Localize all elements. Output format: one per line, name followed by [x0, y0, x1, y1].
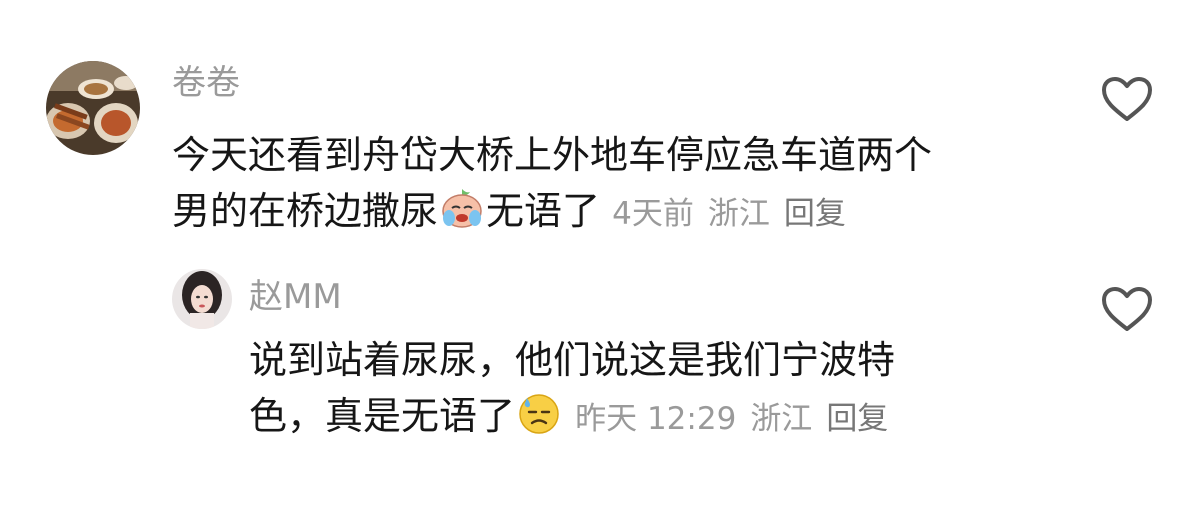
sweat-face-icon [519, 394, 559, 434]
username[interactable]: 卷卷 [172, 63, 240, 103]
heart-icon[interactable] [1100, 285, 1154, 333]
heart-icon[interactable] [1100, 75, 1154, 123]
comment-text: 色，真是无语了 [249, 394, 516, 438]
comment-location: 浙江 [707, 196, 770, 232]
food-photo-avatar [46, 61, 140, 155]
comment-time: 4天前 [612, 196, 694, 232]
comment-text-line: 说到站着尿尿，他们说这是我们宁波特 [249, 338, 896, 382]
comment-body: 今天还看到舟岱大桥上外地车停应急车道两个 男的在桥边撒尿 无语了 4天前 浙江 回复 [172, 127, 1052, 242]
comment-text-line: 今天还看到舟岱大桥上外地车停应急车道两个 [172, 133, 933, 177]
reply-button[interactable]: 回复 [826, 401, 888, 437]
comment-location: 浙江 [750, 401, 813, 437]
comment-meta: 昨天 12:29 浙江 回复 [575, 401, 902, 437]
portrait-photo-avatar [172, 269, 232, 329]
username[interactable]: 赵MM [249, 277, 342, 317]
avatar[interactable] [46, 61, 140, 155]
comment-body: 说到站着尿尿，他们说这是我们宁波特 色，真是无语了 昨天 12:29 浙江 回复 [249, 332, 1049, 447]
comment-meta: 4天前 浙江 回复 [612, 196, 860, 232]
comment-time: 昨天 12:29 [575, 401, 737, 437]
crying-face-icon [442, 189, 482, 228]
reply-button[interactable]: 回复 [784, 196, 846, 232]
comment-text-line: 男的在桥边撒尿 无语了 4天前 浙江 回复 [172, 183, 1052, 242]
avatar[interactable] [172, 269, 232, 329]
comment-text: 无语了 [486, 189, 601, 233]
comment-text-line: 色，真是无语了 昨天 12:29 浙江 回复 [249, 388, 1049, 447]
comment-text: 男的在桥边撒尿 [172, 189, 439, 233]
